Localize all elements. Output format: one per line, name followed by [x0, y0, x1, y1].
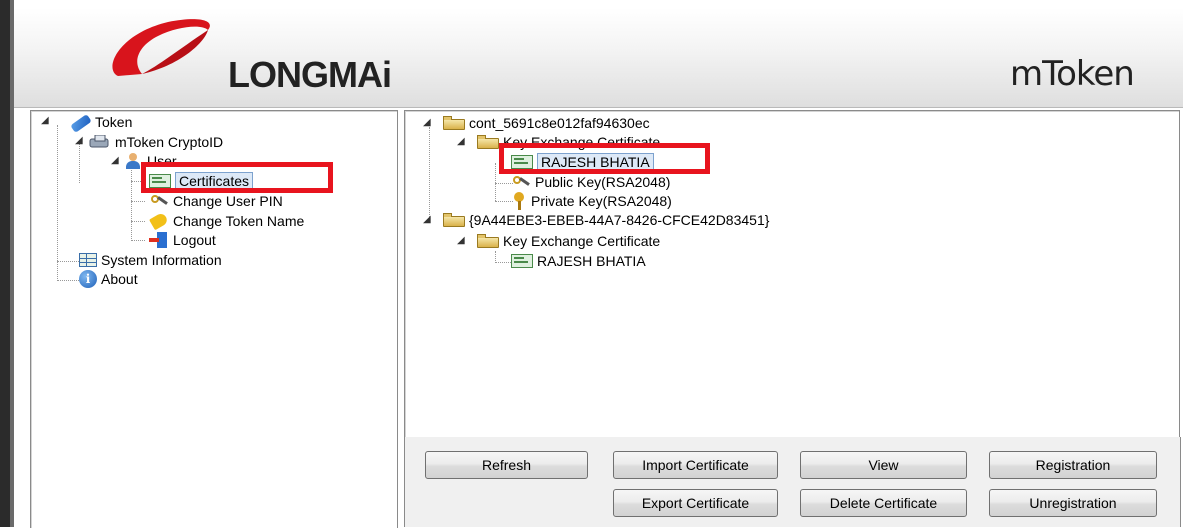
table-icon	[79, 253, 97, 267]
tree-item-container[interactable]: cont_5691c8e012faf94630ec	[443, 114, 650, 132]
tree-item-label: Key Exchange Certificate	[503, 233, 661, 249]
tree-line	[57, 125, 58, 281]
tree-line	[131, 167, 132, 241]
collapse-arrow-icon[interactable]: ◢	[423, 214, 433, 225]
tree-item-private-key[interactable]: Private Key(RSA2048)	[511, 192, 672, 210]
tree-item-label: Token	[95, 114, 133, 130]
tree-item-label: About	[101, 271, 138, 287]
tree-line	[131, 240, 145, 241]
refresh-button[interactable]: Refresh	[425, 451, 588, 479]
tree-line	[131, 201, 145, 202]
unregistration-button[interactable]: Unregistration	[989, 489, 1157, 517]
import-certificate-button[interactable]: Import Certificate	[613, 451, 778, 479]
logo-text: LONGMAi	[228, 54, 392, 95]
export-certificate-button[interactable]: Export Certificate	[613, 489, 778, 517]
longmai-logo-icon	[112, 19, 210, 76]
delete-certificate-button[interactable]: Delete Certificate	[800, 489, 967, 517]
tree-item-label: Public Key(RSA2048)	[535, 174, 671, 190]
annotation-highlight-box	[141, 162, 333, 193]
tree-item-logout[interactable]: Logout	[149, 231, 216, 249]
tree-item-label: mToken CryptoID	[115, 134, 224, 150]
tree-item-label: Change User PIN	[173, 193, 283, 209]
tree-item-certificate-rajesh[interactable]: RAJESH BHATIA	[511, 252, 646, 270]
tree-line	[495, 163, 496, 201]
collapse-arrow-icon[interactable]: ◢	[457, 235, 467, 246]
folder-icon	[477, 135, 499, 149]
keys-icon	[511, 174, 531, 190]
folder-icon	[477, 234, 499, 248]
key-icon	[511, 192, 527, 210]
collapse-arrow-icon[interactable]: ◢	[111, 155, 121, 166]
annotation-highlight-box	[499, 143, 710, 174]
info-icon: i	[79, 270, 97, 288]
tree-item-container[interactable]: {9A44EBE3-EBEB-44A7-8426-CFCE42D83451}	[443, 211, 769, 229]
tag-icon	[149, 213, 169, 229]
collapse-arrow-icon[interactable]: ◢	[75, 135, 85, 146]
tree-item-about[interactable]: i About	[79, 270, 138, 288]
tree-item-system-information[interactable]: System Information	[79, 251, 222, 269]
tree-item-change-token-name[interactable]: Change Token Name	[149, 212, 304, 230]
tree-item-label: {9A44EBE3-EBEB-44A7-8426-CFCE42D83451}	[469, 212, 770, 228]
window-frame-edge	[0, 0, 10, 527]
tree-item-device[interactable]: mToken CryptoID	[89, 133, 223, 151]
folder-icon	[443, 116, 465, 130]
logout-icon	[149, 232, 169, 248]
tree-item-label: Private Key(RSA2048)	[531, 193, 672, 209]
certificate-icon	[511, 254, 533, 268]
collapse-arrow-icon[interactable]: ◢	[41, 115, 51, 126]
collapse-arrow-icon[interactable]: ◢	[423, 117, 433, 128]
user-icon	[123, 153, 143, 169]
registration-button[interactable]: Registration	[989, 451, 1157, 479]
tree-line	[429, 127, 430, 223]
tree-line	[131, 221, 145, 222]
keys-icon	[149, 193, 169, 209]
tree-item-label: cont_5691c8e012faf94630ec	[469, 115, 650, 131]
view-button[interactable]: View	[800, 451, 967, 479]
tree-item-label: Logout	[173, 232, 216, 248]
header-divider	[14, 107, 1183, 108]
tree-line	[57, 280, 79, 281]
tree-item-label: RAJESH BHATIA	[537, 253, 646, 269]
tree-item-label: Change Token Name	[173, 213, 305, 229]
tree-item-token[interactable]: Token	[70, 113, 133, 133]
card-reader-icon	[89, 134, 111, 149]
tree-line	[57, 261, 79, 262]
tree-item-label: System Information	[101, 252, 222, 268]
tree-item-public-key[interactable]: Public Key(RSA2048)	[511, 173, 670, 191]
folder-icon	[443, 213, 465, 227]
tree-item-change-user-pin[interactable]: Change User PIN	[149, 192, 283, 210]
tree-item-key-exchange-certificate[interactable]: Key Exchange Certificate	[477, 232, 660, 250]
collapse-arrow-icon[interactable]: ◢	[457, 136, 467, 147]
usb-token-icon	[70, 113, 92, 133]
brand-text: mToken	[1010, 54, 1135, 94]
tree-line	[79, 141, 80, 183]
